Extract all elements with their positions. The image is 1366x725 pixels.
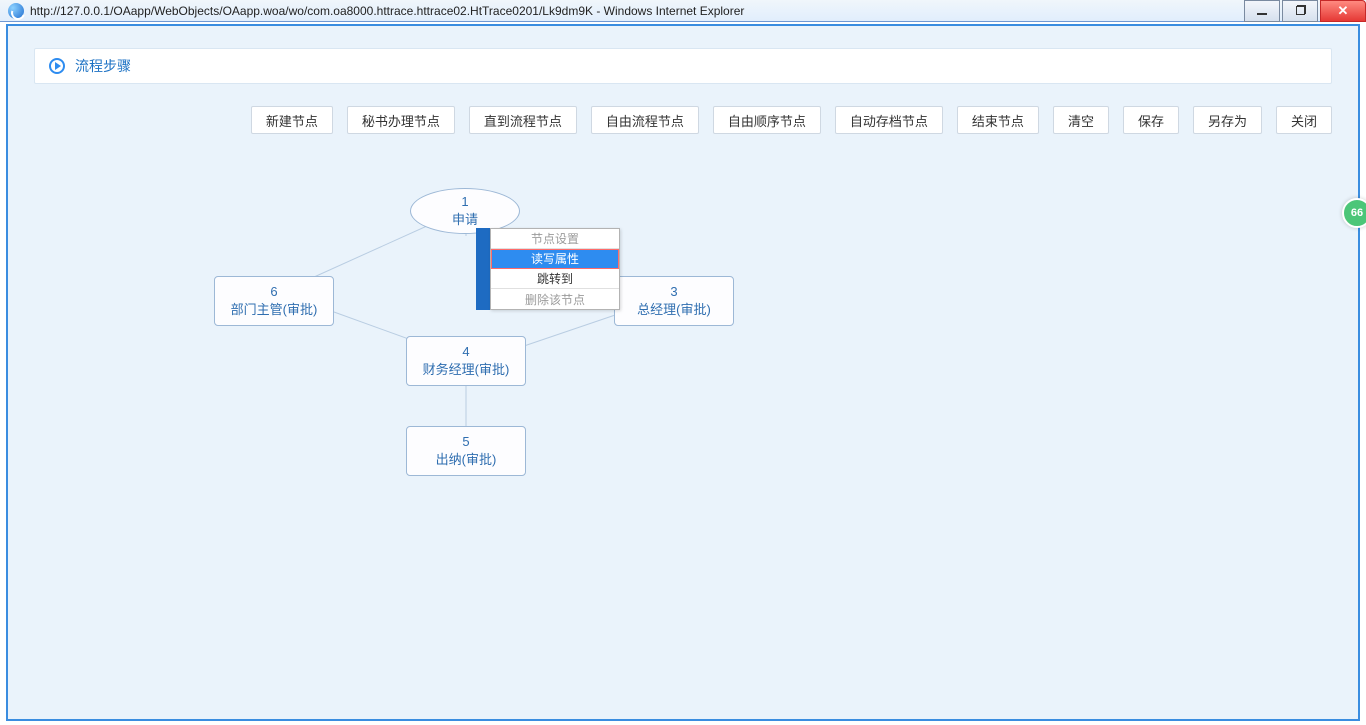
node-label: 财务经理(审批) — [423, 361, 510, 379]
save-button[interactable]: 保存 — [1123, 106, 1179, 134]
save-as-button[interactable]: 另存为 — [1193, 106, 1262, 134]
ctx-read-write[interactable]: 读写属性 — [491, 249, 619, 269]
until-flow-node-button[interactable]: 直到流程节点 — [469, 106, 577, 134]
context-menu: 节点设置 读写属性 跳转到 删除该节点 — [490, 228, 620, 310]
new-node-button[interactable]: 新建节点 — [251, 106, 333, 134]
context-menu-handle — [476, 228, 490, 310]
ctx-jump-to[interactable]: 跳转到 — [491, 269, 619, 289]
free-order-node-button[interactable]: 自由顺序节点 — [713, 106, 821, 134]
floating-badge[interactable]: 66 — [1342, 198, 1366, 228]
close-window-button[interactable]: ✕ — [1320, 0, 1366, 22]
browser-url: http://127.0.0.1/OAapp/WebObjects/OAapp.… — [30, 4, 1242, 18]
browser-titlebar: http://127.0.0.1/OAapp/WebObjects/OAapp.… — [0, 0, 1366, 22]
free-flow-node-button[interactable]: 自由流程节点 — [591, 106, 699, 134]
secretary-node-button[interactable]: 秘书办理节点 — [347, 106, 455, 134]
close-button[interactable]: 关闭 — [1276, 106, 1332, 134]
node-number: 6 — [270, 283, 277, 301]
window-controls: ✕ — [1242, 0, 1366, 22]
node-number: 4 — [462, 343, 469, 361]
node-number: 3 — [670, 283, 677, 301]
play-icon — [49, 58, 65, 74]
flow-canvas[interactable]: 1 申请 6 部门主管(审批) 3 总经理(审批) 4 财务经理(审批) 5 出… — [34, 146, 1332, 699]
flow-node-4[interactable]: 4 财务经理(审批) — [406, 336, 526, 386]
minimize-button[interactable] — [1244, 0, 1280, 22]
clear-button[interactable]: 清空 — [1053, 106, 1109, 134]
maximize-button[interactable] — [1282, 0, 1318, 22]
node-label: 总经理(审批) — [637, 301, 711, 319]
flow-node-6[interactable]: 6 部门主管(审批) — [214, 276, 334, 326]
badge-value: 66 — [1351, 207, 1363, 219]
flow-node-3[interactable]: 3 总经理(审批) — [614, 276, 734, 326]
node-label: 部门主管(审批) — [231, 301, 318, 319]
node-label: 申请 — [452, 211, 478, 229]
auto-archive-node-button[interactable]: 自动存档节点 — [835, 106, 943, 134]
flow-node-5[interactable]: 5 出纳(审批) — [406, 426, 526, 476]
toolbar: 新建节点 秘书办理节点 直到流程节点 自由流程节点 自由顺序节点 自动存档节点 … — [34, 98, 1332, 144]
panel-title: 流程步骤 — [75, 56, 131, 76]
flow-edges — [34, 146, 1332, 699]
node-number: 1 — [461, 193, 468, 211]
node-number: 5 — [462, 433, 469, 451]
ctx-delete-node: 删除该节点 — [491, 289, 619, 309]
panel-header: 流程步骤 — [34, 48, 1332, 84]
ie-icon — [8, 3, 24, 19]
content-frame: 流程步骤 新建节点 秘书办理节点 直到流程节点 自由流程节点 自由顺序节点 自动… — [6, 24, 1360, 721]
node-label: 出纳(审批) — [436, 451, 497, 469]
end-node-button[interactable]: 结束节点 — [957, 106, 1039, 134]
ctx-node-settings: 节点设置 — [491, 229, 619, 249]
